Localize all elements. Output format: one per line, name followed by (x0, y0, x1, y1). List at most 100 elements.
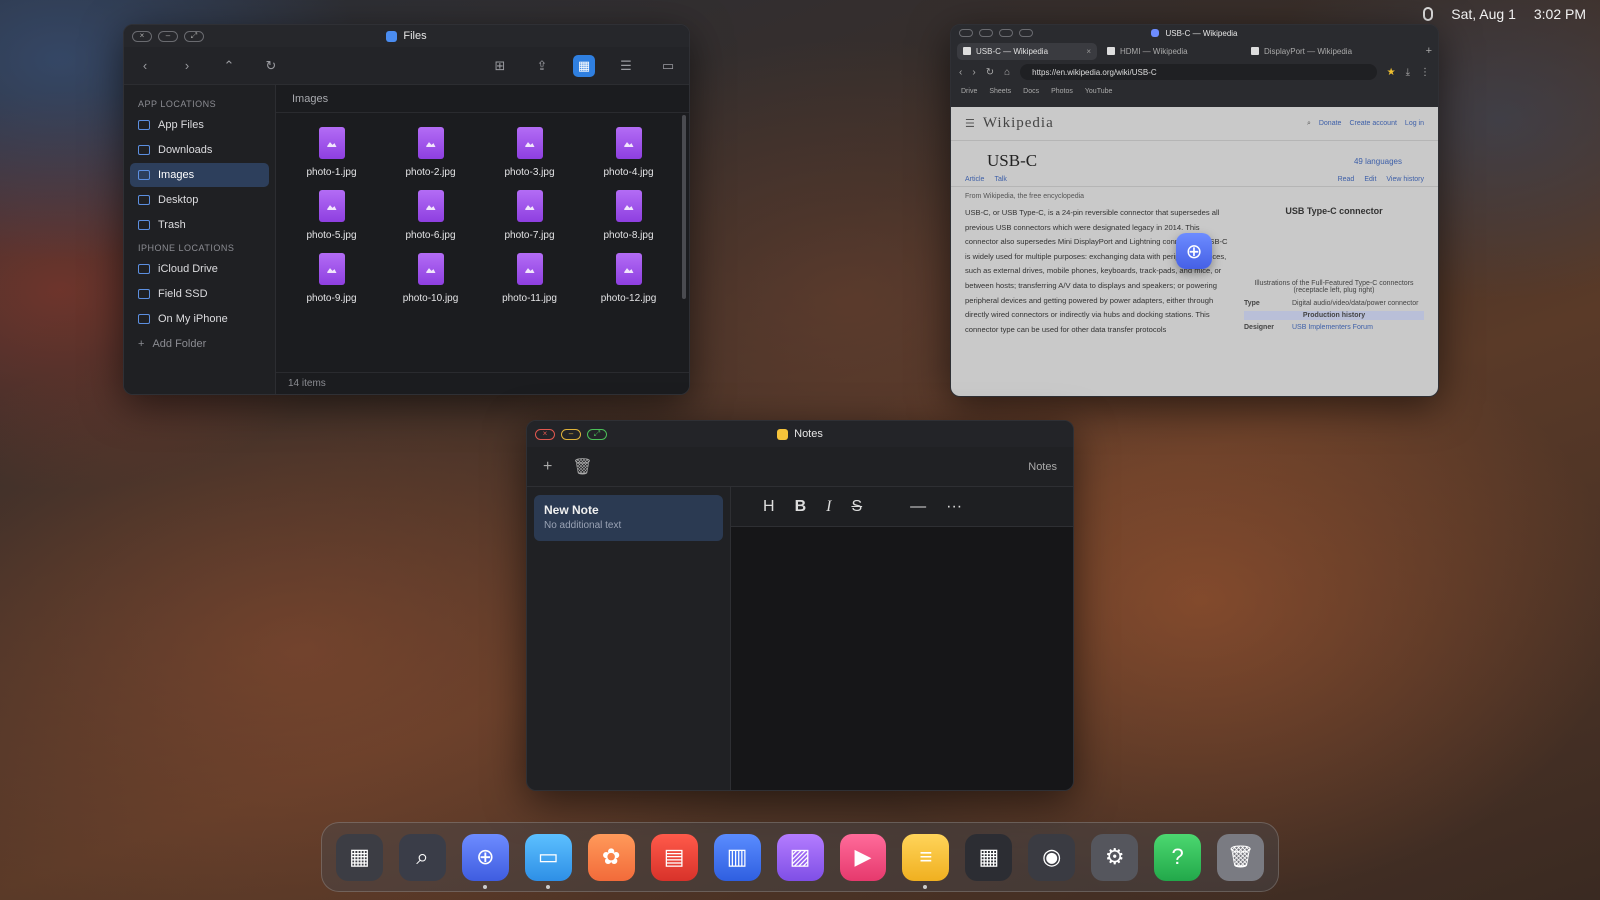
login-link[interactable]: Log in (1405, 120, 1424, 128)
forward-icon[interactable]: › (972, 67, 975, 78)
add-note-icon[interactable]: + (543, 458, 552, 476)
home-icon[interactable]: ⌂ (1004, 67, 1010, 78)
calculator-icon[interactable]: ▦ (965, 833, 1013, 881)
media-player-icon[interactable]: ▶ (839, 833, 887, 881)
zoom-button[interactable] (999, 29, 1013, 37)
back-icon[interactable]: ‹ (959, 67, 962, 78)
close-button[interactable] (959, 29, 973, 37)
tab-read[interactable]: Read (1338, 176, 1355, 183)
file-item[interactable]: photo-3.jpg (480, 127, 579, 178)
file-item[interactable]: photo-7.jpg (480, 190, 579, 241)
tab-usb-c[interactable]: USB-C — Wikipedia × (957, 42, 1097, 60)
divider-icon[interactable]: — (910, 498, 926, 516)
tile-button[interactable] (1019, 29, 1033, 37)
sidebar-item-app-files[interactable]: App Files (130, 113, 269, 137)
hamburger-icon[interactable]: ☰ (965, 117, 975, 130)
sidebar-item-desktop[interactable]: Desktop (130, 188, 269, 212)
search-icon[interactable]: ⌕ (398, 833, 446, 881)
scrollbar[interactable] (682, 115, 686, 299)
menu-icon[interactable]: ⋮ (1420, 67, 1430, 78)
file-item[interactable]: photo-5.jpg (282, 190, 381, 241)
preview-icon[interactable]: ▭ (657, 55, 679, 77)
wikipedia-logo[interactable]: Wikipedia (983, 115, 1054, 132)
menubar-date[interactable]: Sat, Aug 1 (1451, 6, 1516, 22)
files-titlebar[interactable]: × – ⤢ Files (124, 25, 689, 47)
bookmark-sheets[interactable]: Sheets (989, 88, 1011, 95)
tab-hdmi[interactable]: HDMI — Wikipedia (1101, 43, 1241, 60)
file-item[interactable]: photo-1.jpg (282, 127, 381, 178)
bold-icon[interactable]: B (795, 498, 807, 516)
trash-icon[interactable]: 🗑 (1217, 833, 1265, 881)
globe-icon[interactable]: ⊕ (1176, 233, 1212, 269)
close-button[interactable]: × (535, 428, 555, 440)
settings-gear-icon[interactable]: ⚙ (1091, 833, 1139, 881)
grid-view-icon[interactable]: ▦ (573, 54, 595, 77)
star-icon[interactable]: ★ (1387, 67, 1396, 78)
bookmark-photos[interactable]: Photos (1051, 88, 1073, 95)
notes-icon[interactable]: ≡ (902, 833, 950, 889)
pdf-icon[interactable]: ▤ (650, 833, 698, 881)
menubar-time[interactable]: 3:02 PM (1534, 6, 1586, 22)
close-tab-icon[interactable]: × (1086, 47, 1091, 56)
tab-edit[interactable]: Edit (1364, 176, 1376, 183)
file-item[interactable]: photo-12.jpg (579, 253, 678, 304)
file-item[interactable]: photo-8.jpg (579, 190, 678, 241)
camera-icon[interactable]: ◉ (1028, 833, 1076, 881)
minimize-button[interactable] (979, 29, 993, 37)
new-tab-icon[interactable]: + (1426, 45, 1432, 57)
help-icon[interactable]: ? (1154, 833, 1202, 881)
zoom-button[interactable]: ⤢ (184, 30, 204, 42)
new-folder-icon[interactable]: ⊞ (489, 55, 511, 77)
close-button[interactable]: × (132, 30, 152, 42)
notes-titlebar[interactable]: × – ⤢ Notes (527, 421, 1073, 447)
sidebar-item-on-my-iphone[interactable]: On My iPhone (130, 307, 269, 331)
microphone-icon[interactable] (1423, 7, 1434, 21)
reload-icon[interactable]: ↻ (986, 67, 994, 78)
photos-flower-icon[interactable]: ✿ (587, 833, 635, 881)
url-bar[interactable]: https://en.wikipedia.org/wiki/USB-C (1020, 64, 1377, 80)
tab-talk[interactable]: Talk (994, 176, 1006, 183)
languages-button[interactable]: 49 languages (1354, 157, 1402, 171)
up-icon[interactable]: ⌃ (218, 55, 240, 77)
back-icon[interactable]: ‹ (134, 55, 156, 77)
download-icon[interactable]: ⤓ (1406, 67, 1410, 78)
files-icon[interactable]: ▭ (524, 833, 572, 889)
minimize-button[interactable]: – (158, 30, 178, 42)
file-item[interactable]: photo-9.jpg (282, 253, 381, 304)
strikethrough-icon[interactable]: S (851, 498, 862, 516)
browser-icon[interactable]: ⊕ (461, 833, 509, 889)
share-icon[interactable]: ⇪ (531, 55, 553, 77)
sidebar-item-downloads[interactable]: Downloads (130, 138, 269, 162)
zoom-button[interactable]: ⤢ (587, 428, 607, 440)
launchpad-icon[interactable]: ▦ (336, 833, 383, 881)
search-icon[interactable]: ⌕ (1307, 120, 1311, 128)
list-view-icon[interactable]: ☰ (615, 55, 637, 77)
browser-titlebar[interactable]: USB-C — Wikipedia (951, 25, 1438, 41)
minimize-button[interactable]: – (561, 428, 581, 440)
sidebar-item-field-ssd[interactable]: Field SSD (130, 282, 269, 306)
donate-link[interactable]: Donate (1319, 120, 1342, 128)
gallery-icon[interactable]: ▨ (776, 833, 824, 881)
file-item[interactable]: photo-11.jpg (480, 253, 579, 304)
bookmark-youtube[interactable]: YouTube (1085, 88, 1113, 95)
sidebar-item-icloud[interactable]: iCloud Drive (130, 257, 269, 281)
bookmark-drive[interactable]: Drive (961, 88, 977, 95)
tab-view-history[interactable]: View history (1386, 176, 1424, 183)
bookmark-docs[interactable]: Docs (1023, 88, 1039, 95)
file-item[interactable]: photo-4.jpg (579, 127, 678, 178)
trash-icon[interactable]: 🗑 (572, 457, 592, 477)
heading-icon[interactable]: H (763, 498, 775, 516)
add-folder-button[interactable]: + Add Folder (130, 332, 269, 356)
refresh-icon[interactable]: ↻ (260, 55, 282, 77)
tab-displayport[interactable]: DisplayPort — Wikipedia (1245, 43, 1385, 60)
create-account-link[interactable]: Create account (1349, 120, 1396, 128)
more-icon[interactable]: ··· (946, 498, 962, 516)
tab-article[interactable]: Article (965, 176, 984, 183)
italic-icon[interactable]: I (826, 498, 831, 516)
note-item[interactable]: New Note No additional text (534, 495, 723, 541)
file-item[interactable]: photo-2.jpg (381, 127, 480, 178)
note-text-area[interactable] (731, 527, 1073, 790)
sidebar-item-trash[interactable]: Trash (130, 213, 269, 237)
file-item[interactable]: photo-6.jpg (381, 190, 480, 241)
sidebar-item-images[interactable]: Images (130, 163, 269, 187)
